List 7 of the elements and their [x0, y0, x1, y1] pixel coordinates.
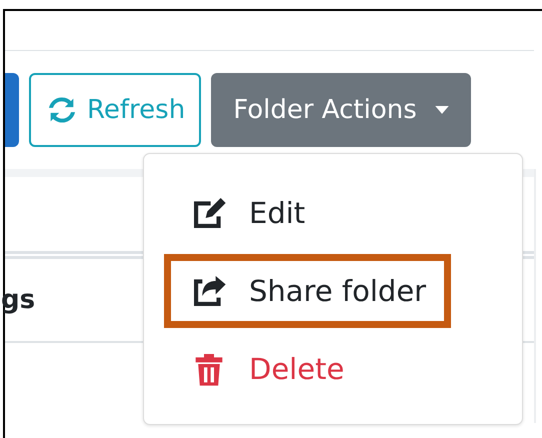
primary-button[interactable]: [5, 73, 19, 147]
menu-item[interactable]: Edit: [164, 176, 330, 250]
menu-item[interactable]: Share folder: [164, 254, 452, 328]
menu-item[interactable]: Delete: [164, 332, 370, 406]
refresh-button[interactable]: Refresh: [29, 73, 202, 147]
caret-icon: [434, 106, 449, 114]
folder-actions-button[interactable]: Folder Actions: [211, 73, 471, 147]
